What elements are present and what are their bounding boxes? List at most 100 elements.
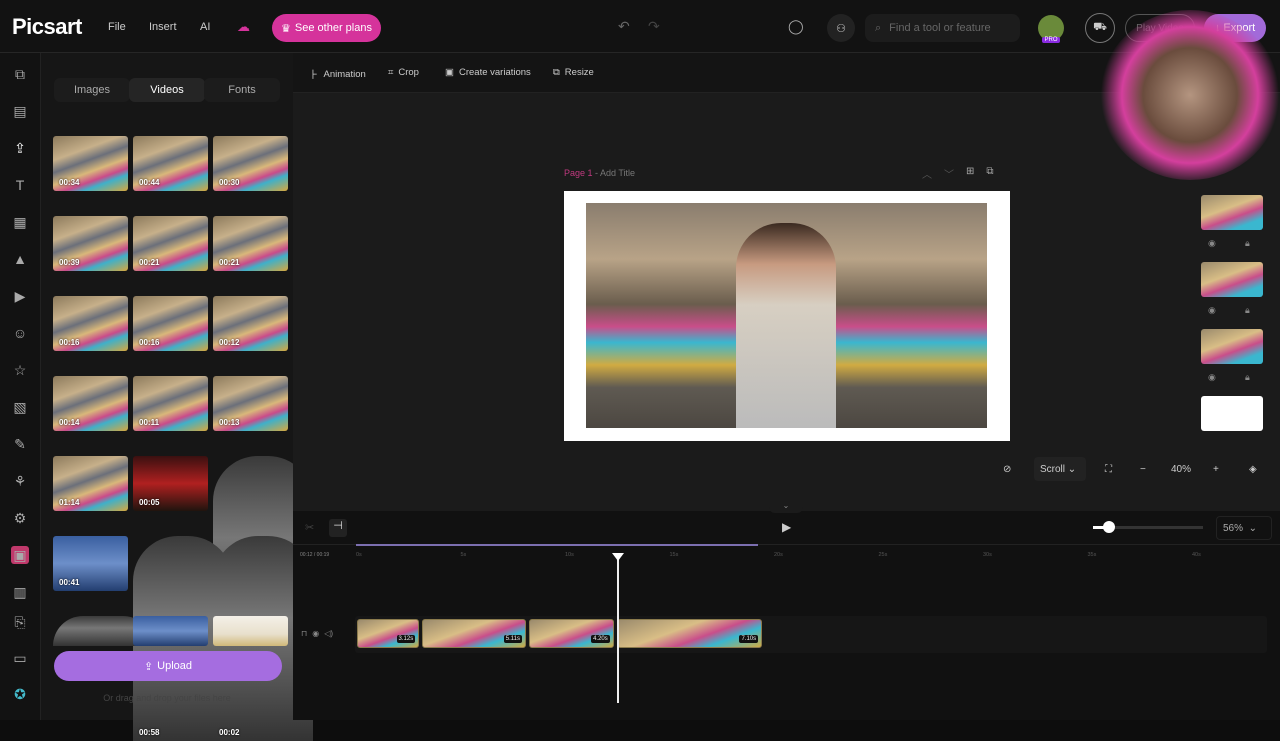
layer-item[interactable] bbox=[1201, 262, 1263, 297]
video-thumbnail[interactable] bbox=[213, 616, 288, 646]
search-input[interactable]: ⌕ Find a tool or feature bbox=[865, 14, 1020, 42]
comment-icon[interactable]: ◯ bbox=[788, 18, 804, 35]
eye-icon[interactable]: ◉ bbox=[1208, 238, 1216, 249]
cloud-saved-icon[interactable]: ☁ bbox=[237, 19, 250, 35]
shapes-icon[interactable]: ⚘ bbox=[11, 472, 29, 490]
layout-icon[interactable]: ▦ bbox=[11, 213, 29, 231]
text-icon[interactable]: T bbox=[11, 176, 29, 194]
mute-icon[interactable]: ◁) bbox=[324, 629, 333, 638]
menu-insert[interactable]: Insert bbox=[149, 21, 177, 33]
upload-icon: ⇪ bbox=[143, 660, 154, 673]
plugin-icon[interactable]: ▥ bbox=[11, 583, 29, 601]
zoom-level[interactable]: 40% bbox=[1171, 457, 1191, 481]
scroll-mode-select[interactable]: Scroll ⌄ bbox=[1034, 457, 1086, 481]
templates-icon[interactable]: ▤ bbox=[11, 102, 29, 120]
apps-icon[interactable]: ▣ bbox=[11, 546, 29, 564]
fullscreen-icon[interactable]: ⛶ bbox=[1105, 457, 1112, 481]
move-down-icon[interactable]: ﹀ bbox=[944, 166, 954, 181]
avatar[interactable]: PRO bbox=[1038, 15, 1064, 43]
eye-icon[interactable]: ◉ bbox=[312, 629, 319, 638]
tab-videos[interactable]: Videos bbox=[129, 78, 205, 102]
timeline-clip[interactable]: 4.20s bbox=[529, 619, 614, 648]
layer-item[interactable] bbox=[1201, 396, 1263, 431]
playhead[interactable] bbox=[612, 553, 624, 703]
photos-icon[interactable]: ▲ bbox=[11, 250, 29, 268]
eye-icon[interactable]: ◉ bbox=[1208, 305, 1216, 316]
video-thumbnail[interactable] bbox=[133, 616, 208, 646]
video-thumbnail[interactable]: 00:13 bbox=[213, 376, 288, 431]
upload-button[interactable]: ⇪ Upload bbox=[54, 651, 282, 681]
collapse-timeline-icon[interactable]: ⌄ bbox=[769, 501, 803, 513]
timeline-clip[interactable]: 7.10s bbox=[616, 619, 763, 648]
eye-icon[interactable]: ◉ bbox=[1208, 372, 1216, 383]
menu-file[interactable]: File bbox=[108, 21, 126, 33]
undo-icon[interactable]: ↶ bbox=[618, 18, 630, 35]
page-title-input[interactable]: Add Title bbox=[600, 168, 635, 178]
timeline-clip[interactable]: 3.12s bbox=[357, 619, 420, 648]
page-canvas[interactable] bbox=[564, 191, 1010, 441]
resize-button[interactable]: ⧉ Resize bbox=[553, 67, 594, 78]
batch-icon[interactable]: ⎘ bbox=[11, 613, 29, 631]
layer-item[interactable] bbox=[1201, 329, 1263, 364]
folder-icon[interactable]: ▭ bbox=[11, 649, 29, 667]
menu-ai[interactable]: AI bbox=[200, 21, 210, 33]
video-thumbnail[interactable]: 00:41 bbox=[53, 536, 128, 591]
video-thumbnail[interactable]: 00:12 bbox=[213, 296, 288, 351]
trim-icon[interactable]: ⊣ bbox=[329, 519, 347, 537]
video-icon[interactable]: ▶ bbox=[11, 287, 29, 305]
video-thumbnail[interactable]: 00:39 bbox=[53, 216, 128, 271]
layer-item[interactable] bbox=[1201, 195, 1263, 230]
video-thumbnail[interactable]: 00:21 bbox=[133, 216, 208, 271]
resize-icon[interactable]: ⧉ bbox=[11, 65, 29, 83]
video-thumbnail[interactable]: 01:14 bbox=[53, 456, 128, 511]
timeline-clip[interactable]: 5.11s bbox=[422, 619, 526, 648]
video-duration: 00:13 bbox=[219, 418, 240, 427]
create-variations-button[interactable]: ▣ Create variations bbox=[445, 67, 531, 78]
video-thumbnail[interactable]: 00:34 bbox=[53, 136, 128, 191]
picsart-logo[interactable]: Picsart bbox=[12, 14, 82, 40]
move-up-icon[interactable]: ︿ bbox=[922, 166, 932, 181]
video-thumbnail[interactable]: 00:16 bbox=[133, 296, 208, 351]
redo-icon[interactable]: ↷ bbox=[648, 18, 660, 35]
zoom-in-button[interactable]: + bbox=[1213, 457, 1219, 481]
duplicate-page-icon[interactable]: ⧉ bbox=[986, 166, 993, 181]
brand-kit-icon[interactable]: ⛟ bbox=[1085, 13, 1115, 43]
video-thumbnail[interactable]: 00:14 bbox=[53, 376, 128, 431]
split-icon[interactable]: ✂ bbox=[305, 521, 314, 534]
tab-fonts[interactable]: Fonts bbox=[204, 78, 280, 102]
animation-button[interactable]: ⺊ Animation bbox=[309, 67, 366, 82]
zoom-out-button[interactable]: − bbox=[1140, 457, 1146, 481]
star-icon[interactable]: ☆ bbox=[11, 361, 29, 379]
draw-icon[interactable]: ✎ bbox=[11, 435, 29, 453]
help-icon[interactable]: ✪ bbox=[11, 685, 29, 703]
background-icon[interactable]: ▧ bbox=[11, 398, 29, 416]
video-thumbnail[interactable]: 00:11 bbox=[133, 376, 208, 431]
video-thumbnail[interactable]: 00:05 bbox=[133, 456, 208, 511]
timeline-zoom-slider[interactable] bbox=[1093, 521, 1203, 533]
timeline-zoom-select[interactable]: 56% ⌄ bbox=[1216, 516, 1272, 540]
lock-icon[interactable]: 🔒︎ bbox=[1245, 372, 1250, 383]
layers-icon[interactable]: ◈ bbox=[1249, 457, 1257, 481]
ruler-tick-label: 15s bbox=[669, 552, 679, 558]
video-duration: 01:14 bbox=[59, 498, 80, 507]
invite-user-icon[interactable]: ⚇ bbox=[827, 14, 855, 42]
video-duration: 00:05 bbox=[139, 498, 160, 507]
play-button[interactable]: ▶ bbox=[782, 520, 791, 534]
video-duration: 00:16 bbox=[139, 338, 160, 347]
ai-tools-icon[interactable]: ⚙ bbox=[11, 509, 29, 527]
lock-icon[interactable]: ⊓ bbox=[301, 629, 307, 638]
uploads-icon[interactable]: ⇪ bbox=[11, 139, 29, 157]
tab-images[interactable]: Images bbox=[54, 78, 130, 102]
add-page-icon[interactable]: ⊞ bbox=[966, 166, 974, 181]
see-other-plans-button[interactable]: ♛ See other plans bbox=[272, 14, 381, 42]
hide-icon[interactable]: ⊘ bbox=[1003, 457, 1011, 481]
stickers-icon[interactable]: ☺ bbox=[11, 324, 29, 342]
lock-icon[interactable]: 🔒︎ bbox=[1245, 305, 1250, 316]
video-thumbnail[interactable]: 00:16 bbox=[53, 296, 128, 351]
lock-icon[interactable]: 🔒︎ bbox=[1245, 238, 1250, 249]
video-thumbnail[interactable]: 00:21 bbox=[213, 216, 288, 271]
video-thumbnail[interactable]: 00:44 bbox=[133, 136, 208, 191]
video-element[interactable] bbox=[586, 203, 987, 428]
crop-button[interactable]: ⌗ Crop bbox=[388, 67, 419, 78]
video-thumbnail[interactable]: 00:30 bbox=[213, 136, 288, 191]
